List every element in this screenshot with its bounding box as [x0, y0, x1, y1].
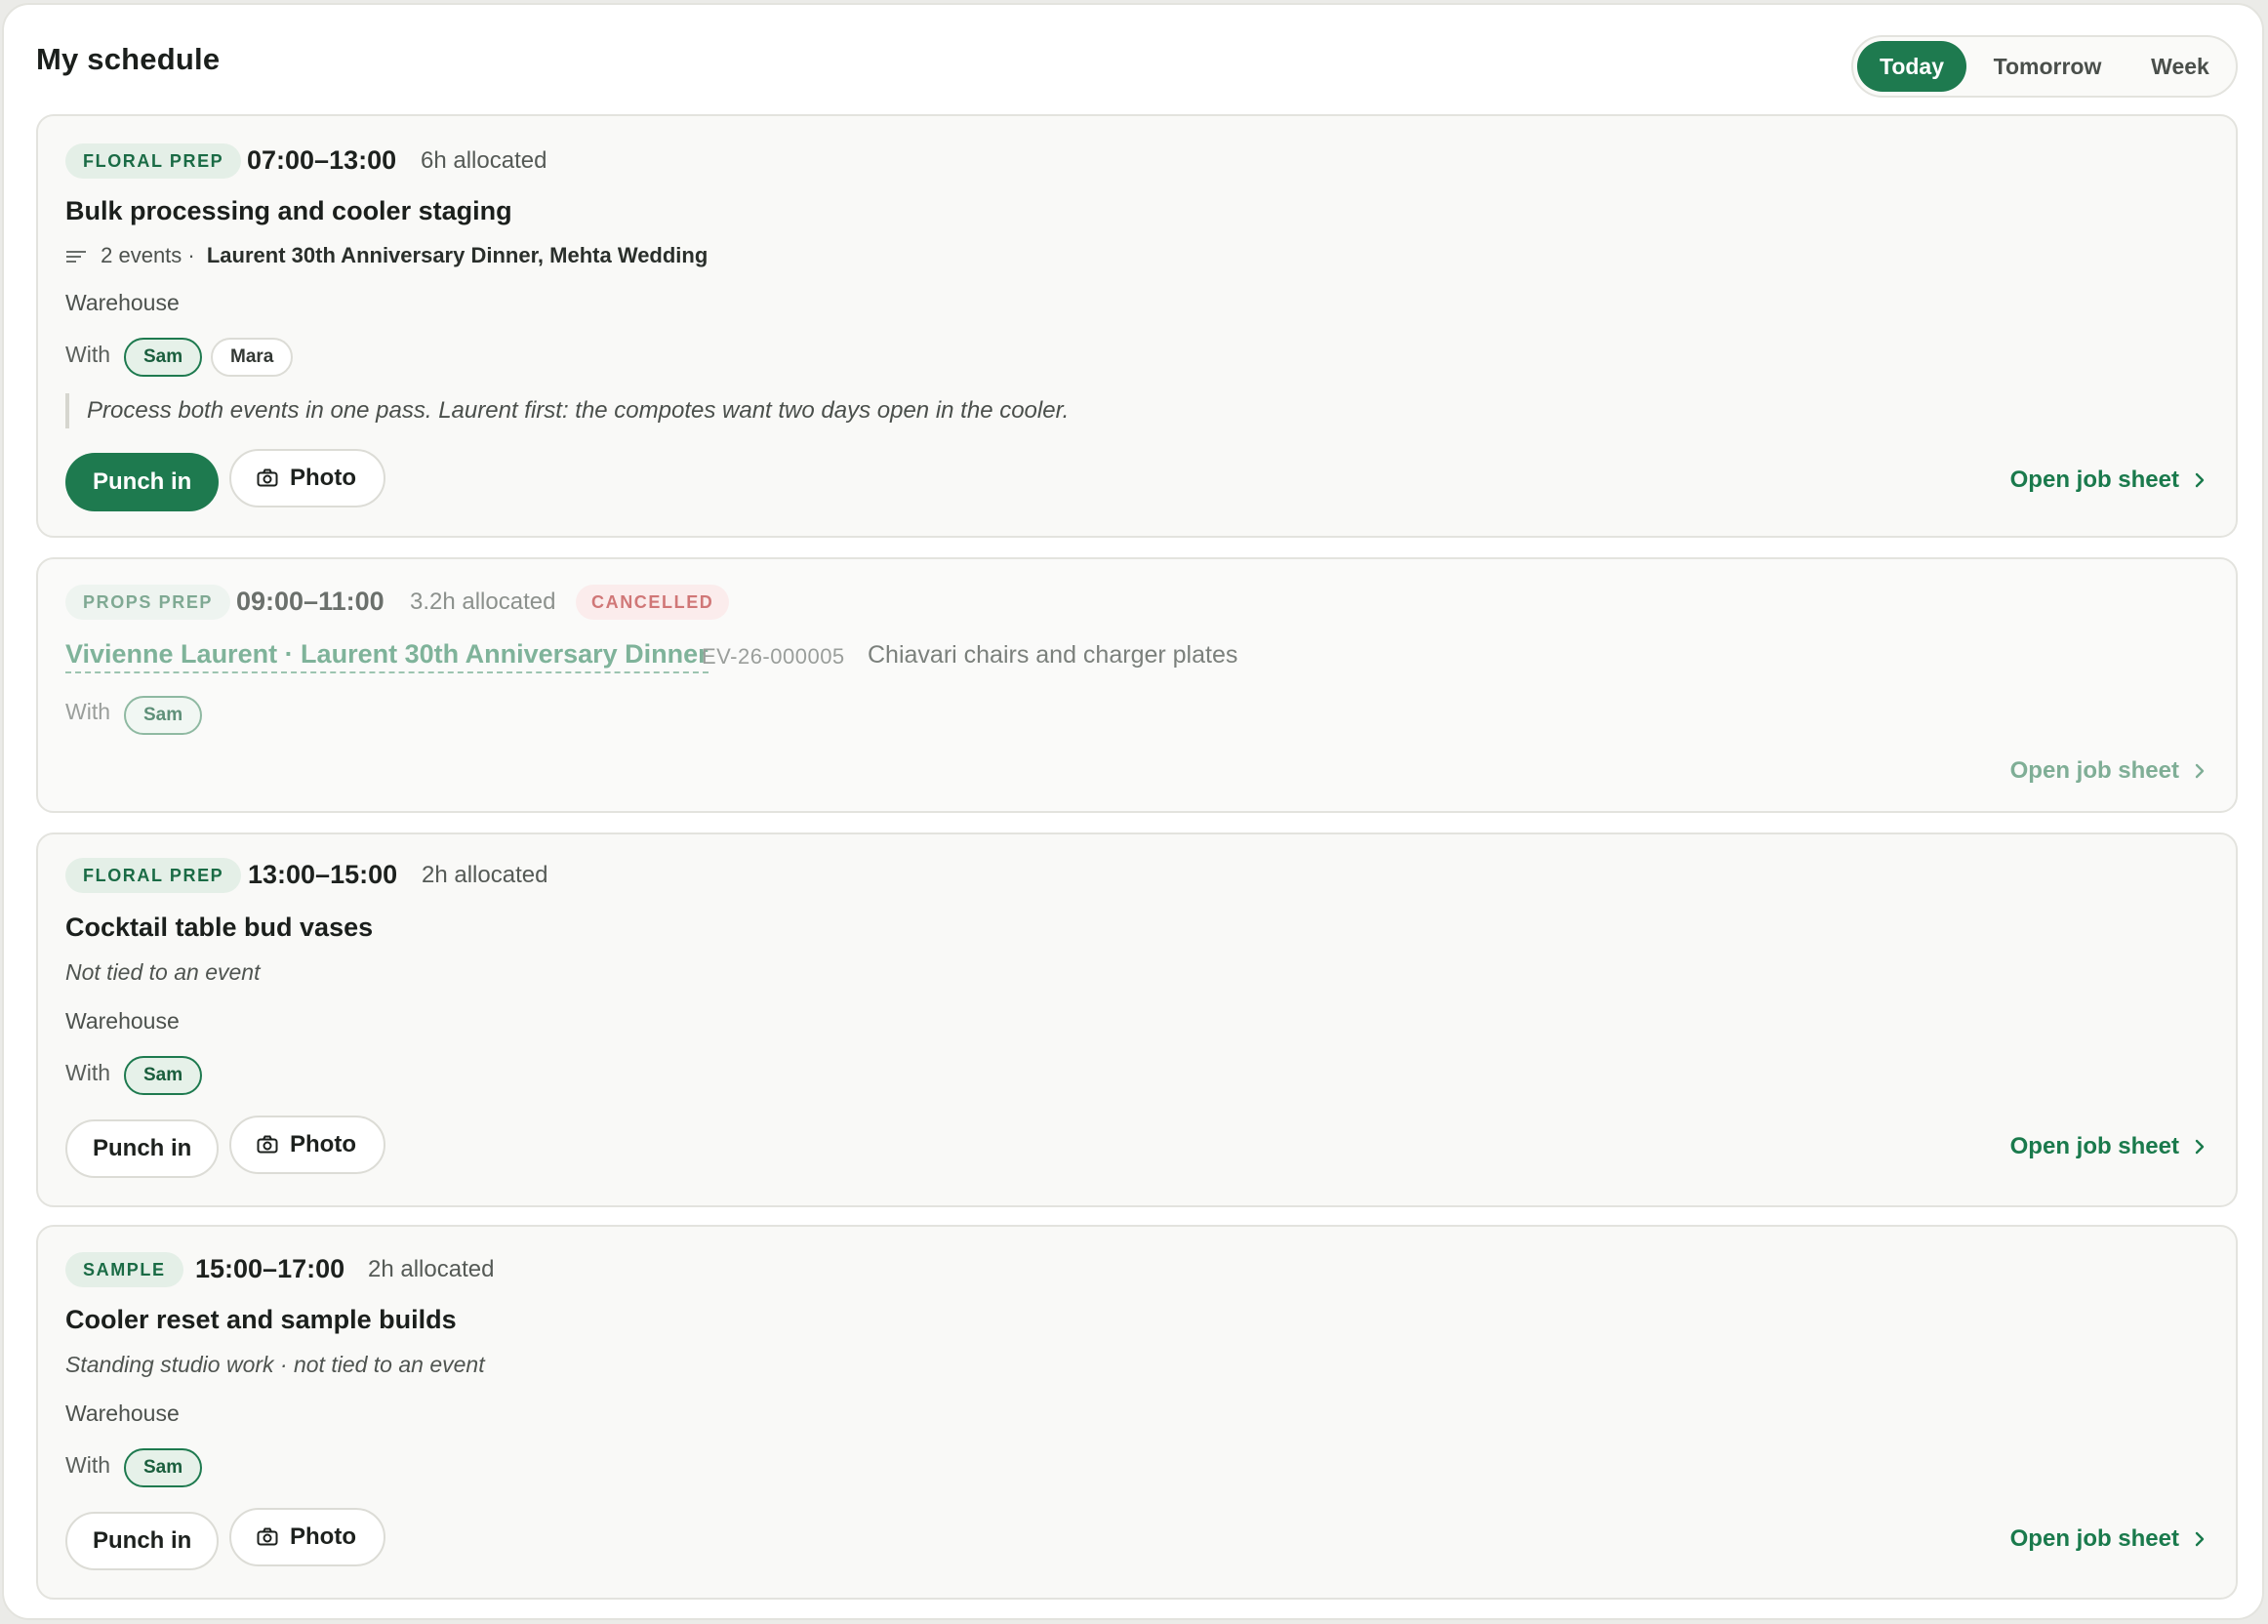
chevron-right-icon — [2195, 763, 2205, 779]
shift-note: Process both events in one pass. Laurent… — [65, 393, 1069, 428]
event-code: EV-26-000005 — [702, 644, 845, 669]
punch-in-button[interactable]: Punch in — [65, 453, 220, 511]
job-title: Bulk processing and cooler staging — [65, 196, 512, 225]
photo-label: Photo — [290, 465, 356, 491]
open-job-sheet-link[interactable]: Open job sheet — [2010, 757, 2207, 785]
location: Warehouse — [65, 1401, 180, 1426]
crew-chip[interactable]: Mara — [211, 338, 294, 377]
allocated-hours: 6h allocated — [421, 147, 547, 174]
shift-card: FLORAL PREP 13:00–15:00 2h allocated Coc… — [36, 832, 2238, 1207]
shift-time: 15:00–17:00 — [195, 1254, 345, 1283]
event-link[interactable]: Vivienne Laurent · Laurent 30th Annivers… — [65, 639, 709, 673]
crew-chip[interactable]: Sam — [124, 1056, 203, 1095]
crew-chip[interactable]: Sam — [124, 696, 203, 735]
allocated-hours: 2h allocated — [368, 1256, 495, 1282]
camera-icon — [257, 468, 278, 487]
chevron-right-icon — [2195, 1531, 2205, 1547]
range-switcher: Today Tomorrow Week — [1851, 35, 2238, 98]
shift-time: 09:00–11:00 — [236, 587, 385, 616]
linked-events: 2 events · Laurent 30th Anniversary Dinn… — [65, 243, 708, 268]
category-tag: PROPS PREP — [65, 585, 231, 620]
tab-today[interactable]: Today — [1857, 41, 1966, 92]
punch-in-button[interactable]: Punch in — [65, 1119, 220, 1178]
shift-card-cancelled: PROPS PREP 09:00–11:00 3.2h allocated CA… — [36, 557, 2238, 813]
tab-tomorrow[interactable]: Tomorrow — [1974, 41, 2121, 92]
location: Warehouse — [65, 1008, 180, 1034]
events-names: Laurent 30th Anniversary Dinner, Mehta W… — [206, 243, 709, 267]
category-tag: FLORAL PREP — [65, 858, 242, 893]
category-tag: FLORAL PREP — [65, 143, 242, 179]
shift-time: 07:00–13:00 — [247, 145, 397, 175]
photo-label: Photo — [290, 1523, 356, 1550]
camera-icon — [257, 1135, 278, 1154]
shift-card: FLORAL PREP 07:00–13:00 6h allocated Bul… — [36, 114, 2238, 538]
with-label: With — [65, 1452, 110, 1478]
camera-icon — [257, 1527, 278, 1546]
allocated-hours: 2h allocated — [422, 862, 548, 888]
job-title: Cooler reset and sample builds — [65, 1305, 457, 1334]
crew-chip[interactable]: Sam — [124, 338, 203, 377]
category-tag: SAMPLE — [65, 1252, 183, 1287]
list-lines-icon — [66, 251, 86, 264]
event-tie-status: Standing studio work · not tied to an ev… — [65, 1352, 485, 1377]
tab-week[interactable]: Week — [2128, 41, 2232, 92]
photo-label: Photo — [290, 1131, 356, 1157]
open-job-sheet-label: Open job sheet — [2009, 1133, 2179, 1159]
open-job-sheet-link[interactable]: Open job sheet — [2010, 1525, 2207, 1553]
crew-chip[interactable]: Sam — [124, 1448, 203, 1487]
shift-time: 13:00–15:00 — [248, 860, 398, 889]
open-job-sheet-label: Open job sheet — [2009, 467, 2179, 493]
open-job-sheet-label: Open job sheet — [2009, 757, 2179, 784]
photo-button[interactable]: Photo — [229, 449, 385, 508]
event-description: Chiavari chairs and charger plates — [868, 641, 1238, 669]
job-title: Cocktail table bud vases — [65, 913, 374, 942]
page-title: My schedule — [36, 42, 221, 76]
allocated-hours: 3.2h allocated — [410, 589, 556, 615]
event-tie-status: Not tied to an event — [65, 959, 261, 985]
with-label: With — [65, 1060, 110, 1085]
with-label: With — [65, 699, 110, 724]
location: Warehouse — [65, 290, 180, 315]
chevron-right-icon — [2195, 1139, 2205, 1155]
shift-card: SAMPLE 15:00–17:00 2h allocated Cooler r… — [36, 1225, 2238, 1600]
photo-button[interactable]: Photo — [229, 1116, 385, 1174]
open-job-sheet-label: Open job sheet — [2009, 1525, 2179, 1552]
status-badge: CANCELLED — [576, 585, 730, 620]
with-label: With — [65, 342, 110, 367]
events-count: 2 events · — [101, 243, 195, 267]
punch-in-button[interactable]: Punch in — [65, 1512, 220, 1570]
schedule-panel: My schedule Today Tomorrow Week FLORAL P… — [2, 3, 2264, 1620]
open-job-sheet-link[interactable]: Open job sheet — [2010, 1133, 2207, 1160]
chevron-right-icon — [2195, 472, 2205, 488]
open-job-sheet-link[interactable]: Open job sheet — [2010, 467, 2207, 494]
photo-button[interactable]: Photo — [229, 1508, 385, 1566]
